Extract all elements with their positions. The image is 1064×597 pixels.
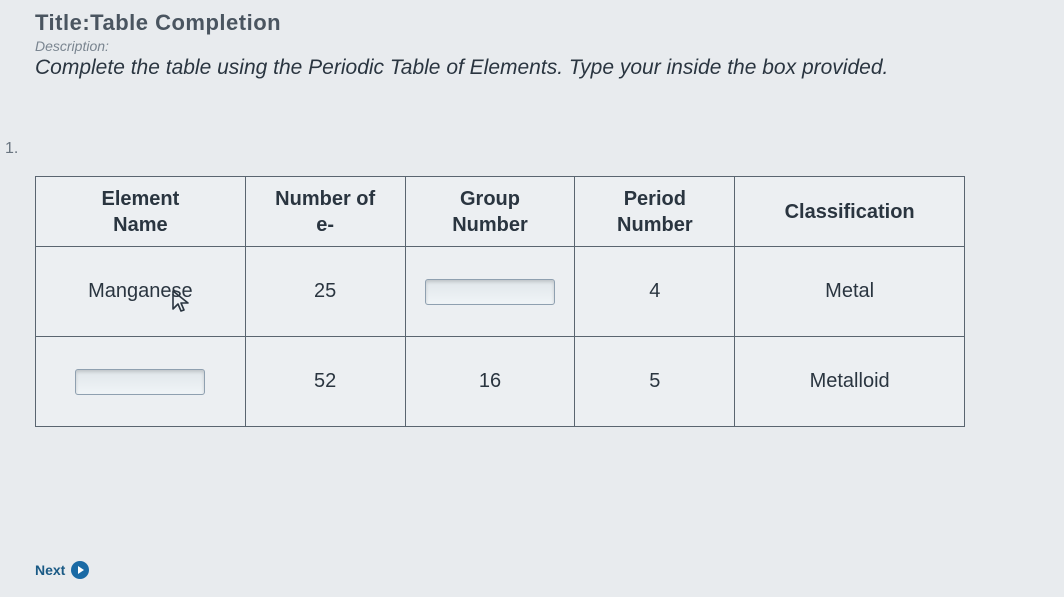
title-label: Title: — [35, 10, 90, 35]
question-number: 1. — [5, 140, 1029, 158]
play-icon — [71, 561, 89, 579]
cell-period: 5 — [575, 337, 735, 427]
next-label: Next — [35, 562, 65, 578]
header-classification: Classification — [735, 177, 965, 247]
cell-text: Metalloid — [810, 370, 890, 392]
cell-group: 16 — [405, 337, 575, 427]
description-label: Description: — [35, 38, 1029, 54]
page-title: Title:Table Completion — [35, 10, 1029, 36]
cell-text: Metal — [825, 280, 874, 302]
header-num-e: Number ofe- — [245, 177, 405, 247]
cell-text: 16 — [479, 370, 501, 392]
cell-text: 52 — [314, 370, 336, 392]
group-input[interactable] — [425, 279, 555, 305]
description-text: Complete the table using the Periodic Ta… — [35, 56, 1029, 80]
elements-table: ElementName Number ofe- GroupNumber Peri… — [35, 176, 965, 427]
next-button[interactable]: Next — [35, 561, 89, 579]
table-header-row: ElementName Number ofe- GroupNumber Peri… — [36, 177, 965, 247]
element-input[interactable] — [75, 369, 205, 395]
cell-num-e: 25 — [245, 247, 405, 337]
cell-period: 4 — [575, 247, 735, 337]
cell-group — [405, 247, 575, 337]
table-row: Manganese 25 4 Metal — [36, 247, 965, 337]
cell-num-e: 52 — [245, 337, 405, 427]
cell-element: Manganese — [36, 247, 246, 337]
table-row: 52 16 5 Metalloid — [36, 337, 965, 427]
cell-classification: Metalloid — [735, 337, 965, 427]
cell-text: 5 — [649, 370, 660, 392]
cell-classification: Metal — [735, 247, 965, 337]
cell-element — [36, 337, 246, 427]
cell-text: 25 — [314, 280, 336, 302]
header-group: GroupNumber — [405, 177, 575, 247]
cell-text: 4 — [649, 280, 660, 302]
header-element: ElementName — [36, 177, 246, 247]
header-period: PeriodNumber — [575, 177, 735, 247]
cell-text: Manganese — [88, 280, 193, 302]
title-value: Table Completion — [90, 10, 281, 35]
